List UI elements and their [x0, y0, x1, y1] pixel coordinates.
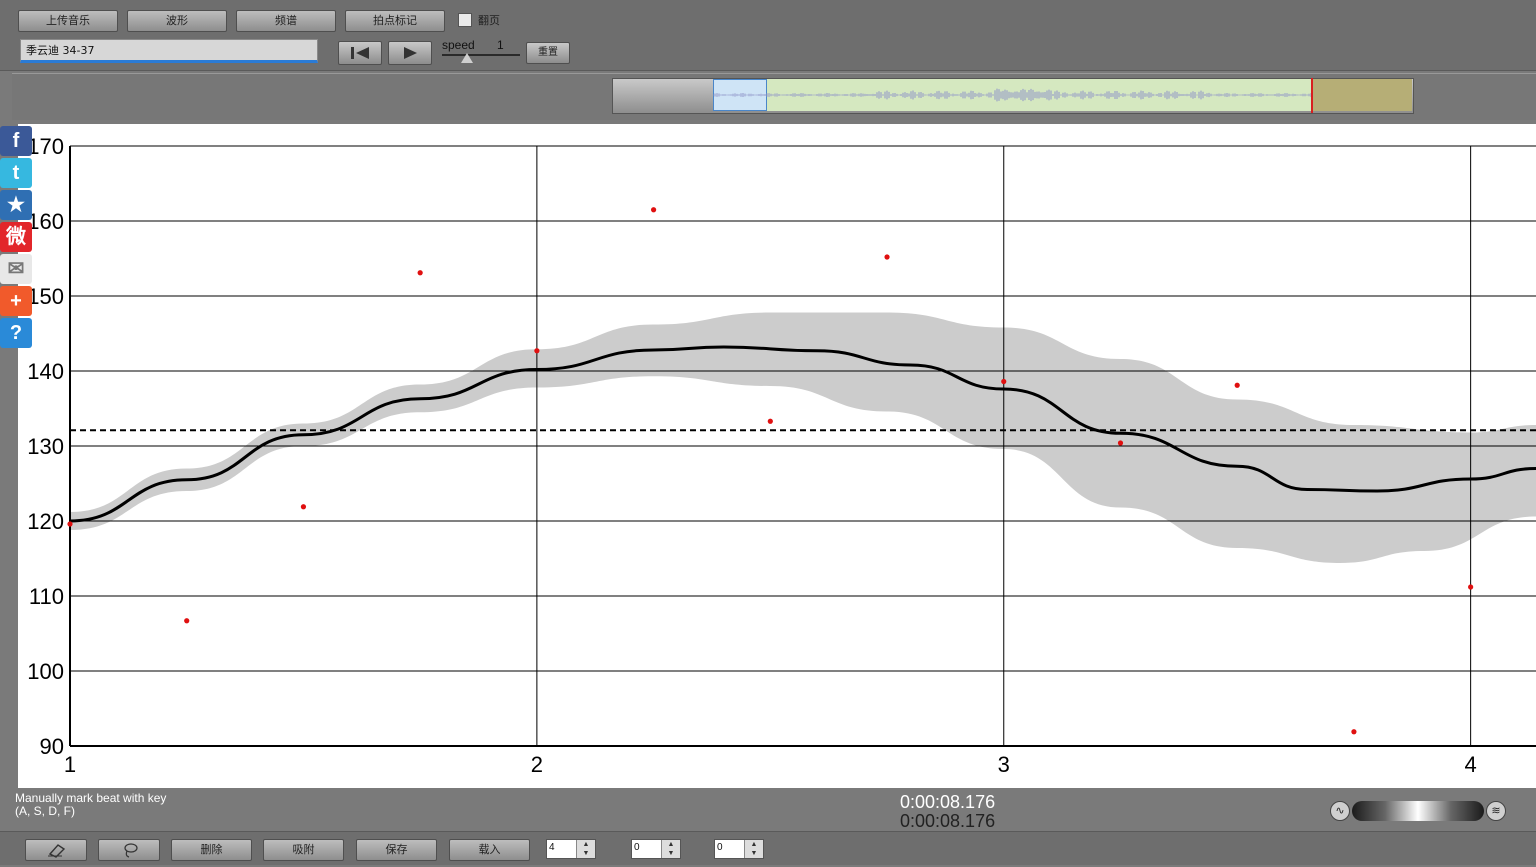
add-share-icon[interactable]: + — [0, 286, 32, 316]
tempo-point — [650, 207, 657, 213]
upload-music-button[interactable]: 上传音乐 — [18, 10, 118, 32]
hint-line-2: (A, S, D, F) — [15, 804, 75, 818]
tempo-chart[interactable]: 90 100 110 120 130 140 150 160 170 1 2 3 4 — [18, 124, 1536, 788]
waveform-large-icon[interactable]: ≋ — [1486, 801, 1506, 821]
beats-per-bar-stepper[interactable]: ▲▼ — [546, 839, 596, 859]
tempo-point — [184, 618, 190, 624]
y-tick-label: 110 — [29, 584, 64, 609]
speed-slider-thumb[interactable] — [461, 53, 473, 63]
tempo-point — [300, 504, 307, 510]
email-icon[interactable]: ✉ — [0, 254, 32, 284]
tempo-point — [1468, 584, 1474, 590]
twitter-icon[interactable]: t — [0, 158, 32, 188]
skip-back-icon — [351, 47, 369, 59]
eraser-icon — [48, 844, 66, 858]
snap-button[interactable]: 吸附 — [263, 839, 344, 861]
offset-input[interactable] — [634, 842, 662, 853]
x-tick-label: 2 — [531, 752, 543, 777]
y-tick-label: 170 — [27, 134, 64, 159]
y-tick-label: 100 — [27, 659, 64, 684]
page-flip-checkbox[interactable] — [458, 13, 472, 27]
x-tick-label: 4 — [1465, 752, 1477, 777]
speed-value: 1 — [497, 38, 504, 52]
spectrum-button[interactable]: 频谱 — [236, 10, 336, 32]
tempo-point — [1117, 440, 1124, 446]
lasso-icon — [124, 843, 138, 858]
hint-text: Manually mark beat with key (A, S, D, F) — [15, 792, 166, 818]
waveform-button[interactable]: 波形 — [127, 10, 227, 32]
beat-mark-button[interactable]: 拍点标记 — [345, 10, 445, 32]
overview-remaining-region — [1312, 79, 1412, 111]
tempo-chart-panel[interactable]: 90 100 110 120 130 140 150 160 170 1 2 3 4 — [18, 124, 1536, 788]
tempo-point — [1234, 382, 1240, 388]
y-tick-label: 150 — [27, 284, 64, 309]
y-tick-label: 120 — [27, 509, 64, 534]
load-button[interactable]: 载入 — [449, 839, 530, 861]
save-button[interactable]: 保存 — [356, 839, 437, 861]
beats-per-bar-input[interactable] — [549, 842, 577, 853]
overview-waveform — [713, 88, 1312, 102]
track-title-field[interactable]: 季云迪 34-37 — [20, 39, 318, 63]
tempo-point — [67, 521, 73, 527]
x-tick-label: 3 — [998, 752, 1010, 777]
help-icon[interactable]: ? — [0, 318, 32, 348]
offset-stepper[interactable]: ▲▼ — [631, 839, 681, 859]
stepper-arrows[interactable]: ▲ ▼ — [744, 840, 763, 858]
share-sidebar: f t ★ 微 ✉ +? — [0, 126, 32, 350]
x-tick-label: 1 — [64, 752, 76, 777]
weibo-icon[interactable]: 微 — [0, 222, 32, 252]
y-tick-label: 130 — [27, 434, 64, 459]
play-button[interactable] — [388, 41, 432, 65]
speed-slider-track[interactable] — [442, 54, 520, 56]
y-tick-label: 140 — [27, 359, 64, 384]
shift-stepper[interactable]: ▲▼ — [714, 839, 764, 859]
volume-slider[interactable] — [1352, 801, 1484, 821]
total-time: 0:00:08.176 — [900, 811, 996, 831]
current-time: 0:00:08.176 — [900, 792, 996, 812]
skip-to-start-button[interactable] — [338, 41, 382, 65]
speed-label: speed — [442, 38, 475, 52]
page-flip-label: 翻页 — [478, 14, 500, 27]
y-tick-label: 160 — [27, 209, 64, 234]
tempo-point — [767, 418, 773, 424]
y-tick-label: 90 — [40, 734, 64, 759]
tempo-point — [417, 270, 423, 276]
stepper-arrows[interactable]: ▲ ▼ — [661, 840, 680, 858]
delete-button[interactable]: 删除 — [171, 839, 252, 861]
shift-input[interactable] — [717, 842, 745, 853]
waveform-small-icon[interactable]: ∿ — [1330, 801, 1350, 821]
play-icon — [404, 47, 417, 59]
stepper-arrows[interactable]: ▲ ▼ — [576, 840, 595, 858]
favorite-star-icon[interactable]: ★ — [0, 190, 32, 220]
eraser-button[interactable] — [25, 839, 87, 861]
tempo-point — [534, 348, 540, 354]
volume-control[interactable]: ∿ ≋ — [1330, 799, 1508, 823]
reset-button[interactable]: 重置 — [526, 42, 570, 64]
facebook-icon[interactable]: f — [0, 126, 32, 156]
lasso-button[interactable] — [98, 839, 160, 861]
tempo-point — [884, 254, 890, 260]
tempo-point — [1351, 729, 1357, 735]
playhead-marker[interactable] — [1311, 78, 1313, 113]
tempo-point — [1001, 378, 1007, 385]
